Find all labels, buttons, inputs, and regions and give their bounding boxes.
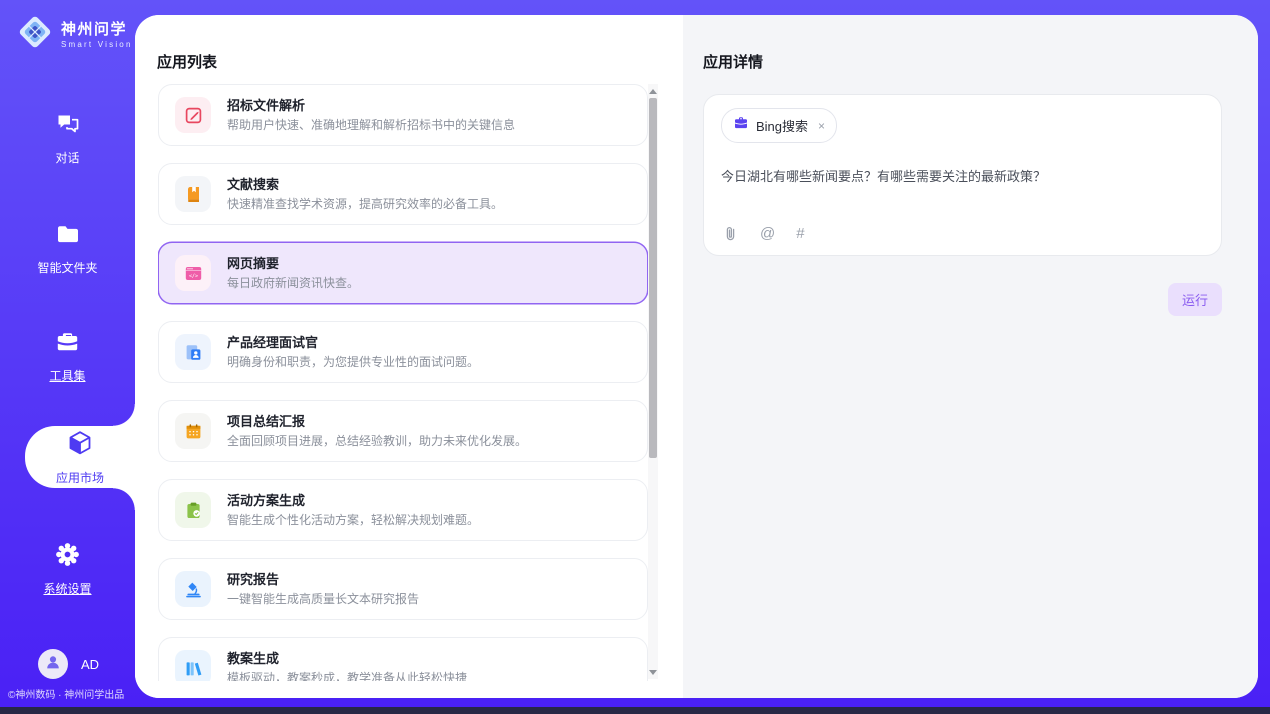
browser-code-icon: </> — [175, 255, 211, 291]
at-icon[interactable]: @ — [760, 226, 775, 242]
app-list-panel: 应用列表 招标文件解析帮助用户快速、准确地理解和解析招标书中的关键信息文献搜索快… — [135, 15, 683, 698]
scrollbar-up-arrow-icon[interactable] — [648, 86, 658, 96]
books-icon — [175, 650, 211, 681]
sidebar-item-toolset[interactable]: 工具集 — [0, 328, 135, 384]
run-row: 运行 — [703, 283, 1222, 316]
run-button[interactable]: 运行 — [1168, 283, 1222, 316]
user-name: AD — [81, 657, 99, 672]
app-card-6[interactable]: 活动方案生成智能生成个性化活动方案，轻松解决规划难题。 — [158, 479, 648, 541]
brand-subtitle: Smart Vision — [61, 40, 133, 49]
tool-tag-label: Bing搜索 — [756, 116, 808, 135]
app-card-description: 模板驱动，教案秒成，教学准备从此轻松快捷 — [227, 671, 467, 681]
sidebar-item-label: 系统设置 — [43, 580, 91, 597]
app-card-title: 网页摘要 — [227, 256, 359, 271]
app-card-7[interactable]: 研究报告一键智能生成高质量长文本研究报告 — [158, 558, 648, 620]
avatar[interactable] — [38, 649, 68, 679]
app-card-title: 研究报告 — [227, 572, 419, 587]
app-card-4[interactable]: 产品经理面试官明确身份和职责，为您提供专业性的面试问题。 — [158, 321, 648, 383]
app-card-description: 快速精准查找学术资源，提高研究效率的必备工具。 — [227, 197, 503, 211]
briefcase-icon — [733, 115, 749, 136]
app-card-description: 帮助用户快速、准确地理解和解析招标书中的关键信息 — [227, 118, 515, 132]
copyright: ©神州数码 · 神州问学出品 — [8, 686, 124, 701]
window-bottom-edge — [0, 707, 1270, 714]
app-card-title: 文献搜索 — [227, 177, 503, 192]
sidebar-item-smart-folders[interactable]: 智能文件夹 — [0, 220, 135, 276]
app-card-3[interactable]: </> 网页摘要每日政府新闻资讯快查。 — [158, 242, 648, 304]
brand: 神州问学 Smart Vision — [16, 13, 133, 56]
microscope-icon — [175, 571, 211, 607]
app-detail-panel: 应用详情 Bing搜索 × 今日湖北有哪些新闻要点？有哪些需要关注的最新政策？ … — [683, 15, 1258, 698]
edit-document-icon — [175, 97, 211, 133]
app-card-title: 教案生成 — [227, 651, 467, 666]
sidebar: 神州问学 Smart Vision 对话智能文件夹工具集应用市场系统设置 AD … — [0, 0, 135, 707]
app-card-description: 全面回顾项目进展，总结经验教训，助力未来优化发展。 — [227, 434, 527, 448]
main-content: 应用列表 招标文件解析帮助用户快速、准确地理解和解析招标书中的关键信息文献搜索快… — [135, 15, 1258, 698]
close-icon[interactable]: × — [818, 119, 825, 133]
sidebar-item-label: 工具集 — [49, 367, 85, 384]
brand-name: 神州问学 — [61, 21, 133, 38]
app-card-description: 一键智能生成高质量长文本研究报告 — [227, 592, 419, 606]
app-card-1[interactable]: 招标文件解析帮助用户快速、准确地理解和解析招标书中的关键信息 — [158, 84, 648, 146]
app-card-description: 每日政府新闻资讯快查。 — [227, 276, 359, 290]
gear-icon — [54, 541, 81, 573]
folder-icon — [55, 221, 81, 252]
user-icon — [44, 653, 62, 676]
svg-text:</>: </> — [188, 273, 197, 279]
interview-icon — [175, 334, 211, 370]
app-card-8[interactable]: 教案生成模板驱动，教案秒成，教学准备从此轻松快捷 — [158, 637, 648, 681]
app-list-title: 应用列表 — [157, 51, 217, 72]
app-card-5[interactable]: 项目总结汇报全面回顾项目进展，总结经验教训，助力未来优化发展。 — [158, 400, 648, 462]
app-card-2[interactable]: 文献搜索快速精准查找学术资源，提高研究效率的必备工具。 — [158, 163, 648, 225]
sidebar-item-label: 智能文件夹 — [37, 259, 97, 276]
prompt-text[interactable]: 今日湖北有哪些新闻要点？有哪些需要关注的最新政策？ — [721, 168, 1204, 186]
clipboard-check-icon — [175, 492, 211, 528]
sidebar-item-chat[interactable]: 对话 — [0, 110, 135, 166]
hash-icon[interactable]: # — [796, 226, 804, 242]
app-card-title: 产品经理面试官 — [227, 335, 479, 350]
chat-icon — [55, 111, 81, 142]
app-detail-title: 应用详情 — [703, 51, 1222, 72]
app-list: 招标文件解析帮助用户快速、准确地理解和解析招标书中的关键信息文献搜索快速精准查找… — [158, 84, 648, 681]
scrollbar[interactable] — [648, 84, 658, 679]
paperclip-icon[interactable] — [722, 225, 739, 242]
sidebar-item-label: 对话 — [55, 149, 79, 166]
prompt-card: Bing搜索 × 今日湖北有哪些新闻要点？有哪些需要关注的最新政策？ @ # — [703, 94, 1222, 256]
user-row[interactable]: AD — [38, 649, 99, 679]
scrollbar-thumb[interactable] — [649, 98, 657, 458]
app-card-title: 活动方案生成 — [227, 493, 479, 508]
cube-icon — [66, 429, 94, 462]
diamond-logo-icon — [16, 13, 54, 56]
scrollbar-down-arrow-icon[interactable] — [648, 667, 658, 677]
tool-tag-bing-search[interactable]: Bing搜索 × — [721, 108, 837, 143]
calendar-report-icon — [175, 413, 211, 449]
sidebar-item-system-settings[interactable]: 系统设置 — [0, 541, 135, 597]
app-card-description: 智能生成个性化活动方案，轻松解决规划难题。 — [227, 513, 479, 527]
toolbox-icon — [55, 329, 81, 360]
app-card-title: 招标文件解析 — [227, 98, 515, 113]
sidebar-item-app-market[interactable]: 应用市场 — [25, 426, 135, 488]
sidebar-item-label: 应用市场 — [56, 469, 104, 486]
book-icon — [175, 176, 211, 212]
attach-toolbar: @ # — [722, 225, 805, 242]
app-card-title: 项目总结汇报 — [227, 414, 527, 429]
app-card-description: 明确身份和职责，为您提供专业性的面试问题。 — [227, 355, 479, 369]
